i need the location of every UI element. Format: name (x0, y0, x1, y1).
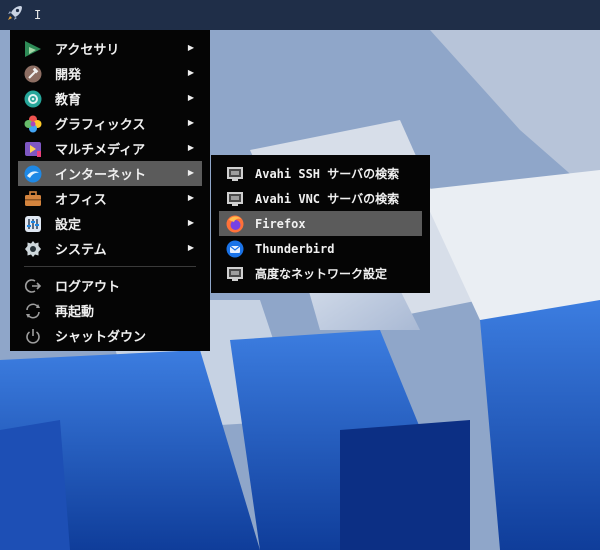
menu-item-label: オフィス (55, 193, 107, 208)
submenu-item-thunderbird[interactable]: Thunderbird (219, 236, 422, 261)
restart-icon (23, 301, 43, 321)
menu-item-label: グラフィックス (55, 118, 146, 133)
submenu-item-label: Avahi SSH サーバの検索 (255, 167, 400, 181)
accessories-icon (23, 39, 43, 59)
shutdown-icon (23, 326, 43, 346)
firefox-icon (225, 214, 245, 234)
menu-item-label: ログアウト (55, 280, 121, 295)
menu-item-logout[interactable]: ログアウト (18, 273, 202, 298)
menu-item-label: 設定 (55, 218, 82, 233)
submenu-item-network-settings[interactable]: 高度なネットワーク設定 (219, 261, 422, 286)
submenu-arrow-icon: ▶ (187, 68, 194, 77)
submenu-arrow-icon: ▶ (187, 243, 194, 252)
submenu-arrow-icon: ▶ (187, 168, 194, 177)
submenu-arrow-icon: ▶ (187, 43, 194, 52)
menu-item-shutdown[interactable]: シャットダウン (18, 323, 202, 348)
menu-item-label: インターネット (55, 168, 147, 183)
submenu-item-avahi-ssh[interactable]: Avahi SSH サーバの検索 (219, 161, 422, 186)
submenu-arrow-icon: ▶ (187, 118, 194, 127)
menu-item-graphics[interactable]: グラフィックス ▶ (18, 111, 202, 136)
menu-item-label: アクセサリ (55, 43, 120, 58)
education-icon (23, 89, 43, 109)
thunderbird-icon (225, 239, 245, 259)
menu-item-development[interactable]: 開発 ▶ (18, 61, 202, 86)
network-icon (225, 164, 245, 184)
menu-item-label: シャットダウン (55, 330, 147, 345)
menu-item-system[interactable]: システム ▶ (18, 236, 202, 261)
application-menu: アクセサリ ▶ 開発 ▶ 教育 ▶ グラフィックス ▶ マルチメディア ▶ イン… (10, 30, 210, 351)
submenu-arrow-icon: ▶ (187, 143, 194, 152)
submenu-item-firefox[interactable]: Firefox (219, 211, 422, 236)
submenu-item-label: 高度なネットワーク設定 (255, 267, 388, 281)
panel-text: I (34, 8, 42, 22)
submenu-item-label: Firefox (255, 216, 306, 231)
submenu-arrow-icon: ▶ (187, 93, 194, 102)
rocket-icon (6, 4, 24, 26)
menu-item-education[interactable]: 教育 ▶ (18, 86, 202, 111)
menu-item-label: 教育 (55, 93, 82, 108)
internet-icon (23, 164, 43, 184)
internet-submenu: Avahi SSH サーバの検索 Avahi VNC サーバの検索 Firefo… (211, 155, 430, 293)
menu-item-restart[interactable]: 再起動 (18, 298, 202, 323)
submenu-arrow-icon: ▶ (187, 218, 194, 227)
menu-item-label: マルチメディア (55, 143, 146, 158)
office-icon (23, 189, 43, 209)
menu-item-accessories[interactable]: アクセサリ ▶ (18, 36, 202, 61)
system-icon (23, 239, 43, 259)
menu-separator (24, 266, 196, 267)
settings-icon (23, 214, 43, 234)
menu-item-settings[interactable]: 設定 ▶ (18, 211, 202, 236)
menu-item-office[interactable]: オフィス ▶ (18, 186, 202, 211)
submenu-arrow-icon: ▶ (187, 193, 194, 202)
submenu-item-label: Avahi VNC サーバの検索 (255, 192, 400, 206)
graphics-icon (23, 114, 43, 134)
submenu-item-label: Thunderbird (255, 241, 335, 256)
multimedia-icon (23, 139, 43, 159)
network-icon (225, 264, 245, 284)
menu-item-internet[interactable]: インターネット ▶ (18, 161, 202, 186)
menu-item-label: システム (55, 243, 107, 258)
development-icon (23, 64, 43, 84)
top-panel: I (0, 0, 600, 30)
menu-item-label: 開発 (55, 68, 82, 83)
menu-item-label: 再起動 (55, 305, 95, 320)
logout-icon (23, 276, 43, 296)
submenu-item-avahi-vnc[interactable]: Avahi VNC サーバの検索 (219, 186, 422, 211)
network-icon (225, 189, 245, 209)
menu-item-multimedia[interactable]: マルチメディア ▶ (18, 136, 202, 161)
app-launcher-button[interactable] (0, 0, 30, 30)
